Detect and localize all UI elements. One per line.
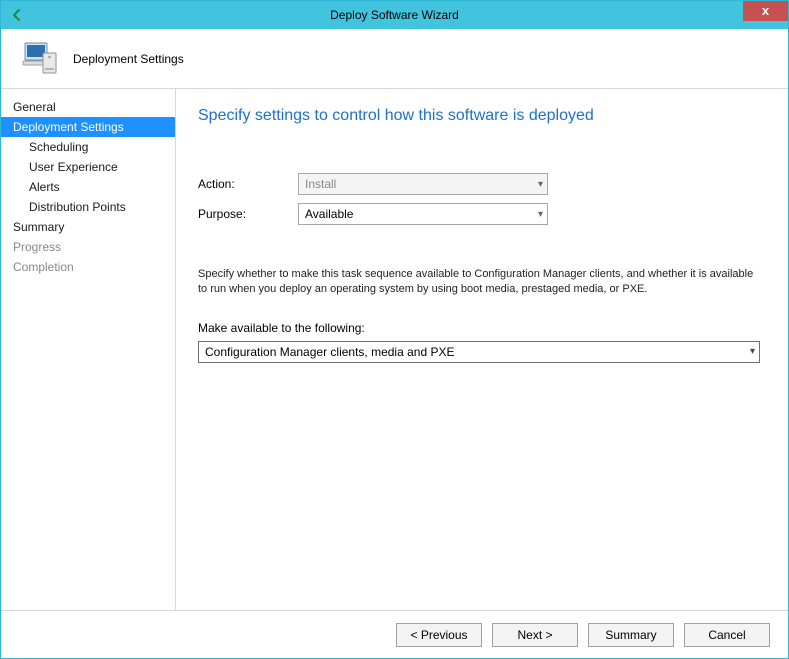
nav-distribution-points[interactable]: Distribution Points bbox=[1, 197, 175, 217]
action-row: Action: Install ▾ bbox=[198, 173, 760, 195]
wizard-body: General Deployment Settings Scheduling U… bbox=[1, 89, 788, 610]
chevron-down-icon: ▾ bbox=[538, 179, 543, 190]
available-value: Configuration Manager clients, media and… bbox=[205, 345, 454, 359]
nav-alerts[interactable]: Alerts bbox=[1, 177, 175, 197]
previous-button[interactable]: < Previous bbox=[396, 623, 482, 647]
content-pane: Specify settings to control how this sof… bbox=[176, 89, 788, 610]
nav-general[interactable]: General bbox=[1, 97, 175, 117]
description-text: Specify whether to make this task sequen… bbox=[198, 267, 760, 297]
wizard-header: Deployment Settings bbox=[1, 29, 788, 89]
nav-scheduling[interactable]: Scheduling bbox=[1, 137, 175, 157]
content-heading: Specify settings to control how this sof… bbox=[198, 107, 760, 125]
chevron-down-icon: ▾ bbox=[750, 346, 755, 357]
nav-summary[interactable]: Summary bbox=[1, 217, 175, 237]
nav-completion: Completion bbox=[1, 257, 175, 277]
wizard-footer: < Previous Next > Summary Cancel bbox=[1, 610, 788, 658]
purpose-value: Available bbox=[305, 207, 353, 221]
summary-button[interactable]: Summary bbox=[588, 623, 674, 647]
next-button[interactable]: Next > bbox=[492, 623, 578, 647]
action-label: Action: bbox=[198, 177, 298, 191]
back-arrow-icon bbox=[7, 5, 27, 25]
nav-deployment-settings[interactable]: Deployment Settings bbox=[1, 117, 175, 137]
cancel-button[interactable]: Cancel bbox=[684, 623, 770, 647]
action-value: Install bbox=[305, 177, 336, 191]
chevron-down-icon: ▾ bbox=[538, 209, 543, 220]
available-dropdown[interactable]: Configuration Manager clients, media and… bbox=[198, 341, 760, 363]
close-button[interactable]: x bbox=[743, 1, 788, 21]
titlebar: Deploy Software Wizard x bbox=[1, 1, 788, 29]
page-title: Deployment Settings bbox=[73, 52, 184, 66]
purpose-row: Purpose: Available ▾ bbox=[198, 203, 760, 225]
nav-progress: Progress bbox=[1, 237, 175, 257]
window-title: Deploy Software Wizard bbox=[1, 8, 788, 22]
purpose-label: Purpose: bbox=[198, 207, 298, 221]
purpose-dropdown[interactable]: Available ▾ bbox=[298, 203, 548, 225]
available-label: Make available to the following: bbox=[198, 321, 760, 335]
action-dropdown: Install ▾ bbox=[298, 173, 548, 195]
nav-sidebar: General Deployment Settings Scheduling U… bbox=[1, 89, 176, 610]
wizard-window: Deploy Software Wizard x Deployment Sett… bbox=[0, 0, 789, 659]
nav-user-experience[interactable]: User Experience bbox=[1, 157, 175, 177]
computer-icon bbox=[19, 39, 59, 79]
